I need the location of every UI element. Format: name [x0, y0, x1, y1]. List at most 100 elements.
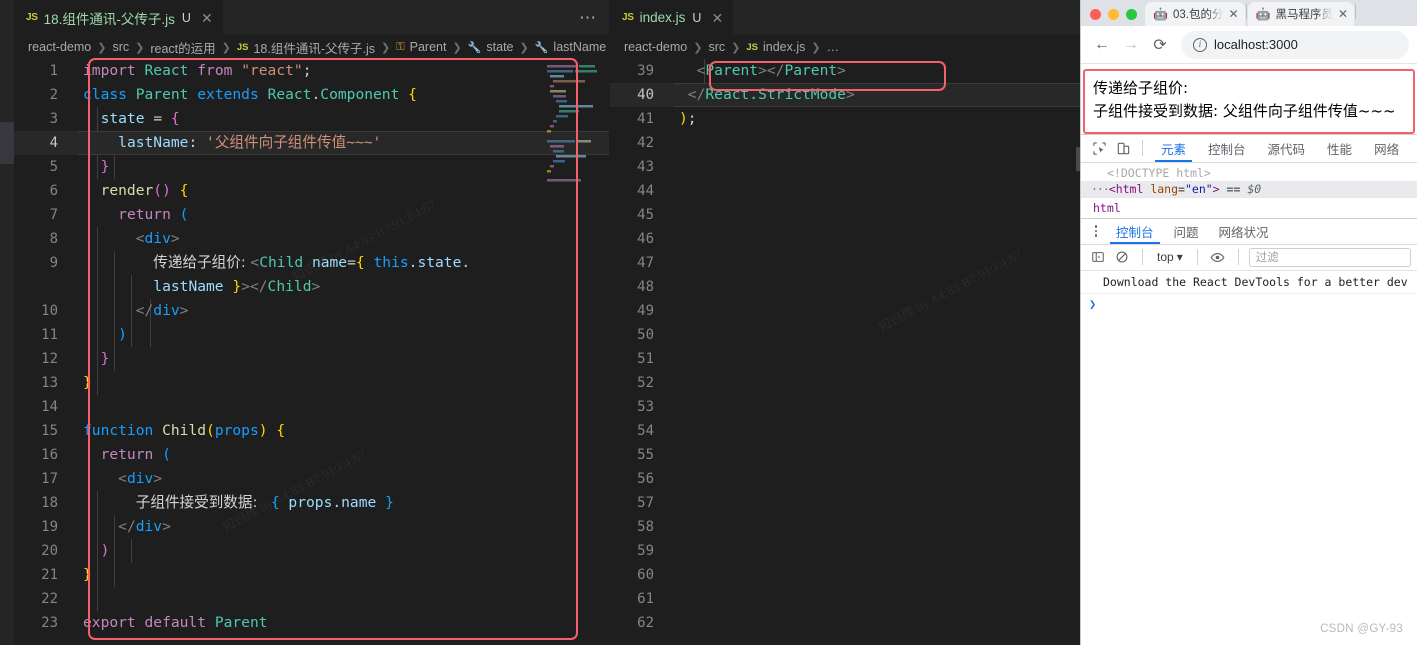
dom-tree[interactable]: <!DOCTYPE html> ···<html lang="en"> == $…: [1081, 162, 1417, 218]
line-number: 44: [637, 183, 654, 199]
activity-bar[interactable]: [0, 0, 14, 645]
code-editor-left[interactable]: 1 import React from "react"; 2 class Par…: [14, 59, 609, 645]
devtools-tab-sources[interactable]: 源代码: [1258, 134, 1316, 162]
close-icon[interactable]: ✕: [1338, 7, 1348, 21]
breadcrumb-item-5[interactable]: state: [486, 40, 513, 54]
breadcrumb-item-6[interactable]: lastName: [553, 40, 606, 54]
code-line: 9 传递给子组价: <Child name={ this.state.: [14, 251, 609, 275]
close-icon[interactable]: ✕: [201, 11, 213, 25]
tab-label: index.js: [639, 10, 686, 25]
inspect-element-icon[interactable]: [1088, 137, 1110, 159]
devtools-tab-performance[interactable]: 性能: [1317, 134, 1362, 162]
code-line: 56: [610, 467, 1080, 491]
code-line: 60: [610, 563, 1080, 587]
dom-breadcrumb[interactable]: html: [1081, 196, 1417, 218]
code-line: 6 render() {: [14, 179, 609, 203]
browser-tab-0[interactable]: 🤖 03.包的分 ✕: [1145, 2, 1245, 26]
minimize-window-icon[interactable]: [1108, 9, 1119, 20]
code-line: 12 }: [14, 347, 609, 371]
breadcrumb-item-2[interactable]: react的运用: [150, 38, 215, 57]
line-number: 46: [637, 231, 654, 247]
breadcrumb-item-2[interactable]: index.js: [763, 40, 805, 54]
live-expression-icon[interactable]: [1208, 247, 1228, 267]
chevron-right-icon: ❯: [731, 41, 741, 54]
code-line: 55: [610, 443, 1080, 467]
page-text-line-1: 子组件接受到数据: 父组件向子组件传值~~~: [1093, 102, 1396, 121]
window-traffic-lights[interactable]: [1087, 9, 1145, 26]
console-message: Download the React DevTools for a better…: [1081, 271, 1417, 294]
line-number: 2: [49, 87, 58, 103]
code-line: 49: [610, 299, 1080, 323]
breadcrumb-item-3[interactable]: 18.组件通讯-父传子.js: [253, 38, 375, 57]
chevron-right-icon: ❯: [381, 41, 391, 54]
address-bar[interactable]: i localhost:3000: [1181, 30, 1409, 59]
minimap[interactable]: [545, 63, 601, 183]
line-content: return (: [118, 206, 189, 223]
code-editor-right[interactable]: 39 <Parent></Parent> 40 </React.StrictMo…: [610, 59, 1080, 645]
line-number: 48: [637, 279, 654, 295]
breadcrumb-item-3[interactable]: …: [827, 40, 840, 54]
breadcrumb-item-1[interactable]: src: [708, 40, 725, 54]
drawer-tab-network-conditions[interactable]: 网络状况: [1210, 218, 1278, 244]
code-line: 51: [610, 347, 1080, 371]
console-input-prompt[interactable]: ❯: [1081, 294, 1417, 314]
devtools-tab-elements[interactable]: 元素: [1151, 134, 1196, 162]
breadcrumb-item-0[interactable]: react-demo: [624, 40, 687, 54]
code-lines-left: 1 import React from "react"; 2 class Par…: [14, 59, 609, 635]
tab-18-parent-to-child[interactable]: JS 18.组件通讯-父传子.js U ✕: [14, 0, 223, 35]
line-number: 55: [637, 447, 654, 463]
close-icon[interactable]: ✕: [711, 11, 723, 25]
editor-actions-more-icon[interactable]: ⋯: [579, 0, 597, 35]
console-sidebar-icon[interactable]: [1088, 247, 1108, 267]
console-filter-input[interactable]: 过滤: [1248, 247, 1411, 267]
browser-window: 🤖 03.包的分 ✕ 🤖 黑马程序员 ✕ ← → ⟳ i localhost:3…: [1080, 0, 1417, 645]
code-line: 19 </div>: [14, 515, 609, 539]
close-window-icon[interactable]: [1090, 9, 1101, 20]
maximize-window-icon[interactable]: [1126, 9, 1137, 20]
devtools-tab-network[interactable]: 网络: [1364, 134, 1409, 162]
line-number: 50: [637, 327, 654, 343]
console-output[interactable]: Download the React DevTools for a better…: [1081, 270, 1417, 645]
line-number: 3: [49, 111, 58, 127]
line-number: 17: [41, 471, 58, 487]
property-symbol-icon: 🔧: [467, 41, 482, 54]
line-number: 14: [41, 399, 58, 415]
breadcrumb-item-1[interactable]: src: [112, 40, 129, 54]
line-number: 56: [637, 471, 654, 487]
line-content: import React from "react";: [83, 62, 312, 79]
line-content: }: [100, 350, 110, 367]
line-number: 62: [637, 615, 654, 631]
drawer-more-icon[interactable]: [1087, 225, 1105, 237]
dom-node-close-bracket: >: [1212, 181, 1220, 196]
device-toolbar-icon[interactable]: [1112, 137, 1134, 159]
code-line: 42: [610, 131, 1080, 155]
clear-console-icon[interactable]: [1112, 247, 1132, 267]
back-icon[interactable]: ←: [1089, 32, 1115, 58]
drawer-tab-console[interactable]: 控制台: [1107, 218, 1163, 244]
forward-icon[interactable]: →: [1118, 32, 1144, 58]
line-content: <Parent></Parent>: [696, 62, 846, 79]
reload-icon[interactable]: ⟳: [1147, 32, 1173, 58]
dom-node-html[interactable]: ···<html lang="en"> == $0: [1081, 180, 1417, 197]
breadcrumb-item-0[interactable]: react-demo: [28, 40, 91, 54]
console-context-selector[interactable]: top ▾: [1153, 250, 1187, 264]
line-number: 12: [41, 351, 58, 367]
js-file-icon: JS: [622, 12, 634, 23]
code-line: 14: [14, 395, 609, 419]
breadcrumb-item-4[interactable]: Parent: [410, 40, 447, 54]
tab-index-js[interactable]: JS index.js U ✕: [610, 0, 734, 35]
drawer-tab-issues[interactable]: 问题: [1165, 218, 1208, 244]
close-icon[interactable]: ✕: [1228, 7, 1238, 21]
site-info-icon[interactable]: i: [1193, 37, 1207, 52]
devtools-tab-console[interactable]: 控制台: [1198, 134, 1256, 162]
line-number: 11: [41, 327, 58, 343]
expand-dots-icon[interactable]: ···: [1091, 182, 1110, 196]
line-number: 58: [637, 519, 654, 535]
line-content: }: [83, 374, 92, 391]
chevron-right-icon: ❯: [519, 41, 529, 54]
chevron-right-icon: ❯: [135, 41, 145, 54]
code-line: 44: [610, 179, 1080, 203]
line-number: 1: [49, 63, 58, 79]
browser-tab-1[interactable]: 🤖 黑马程序员 ✕: [1247, 2, 1355, 26]
browser-tab-title: 黑马程序员: [1275, 9, 1333, 21]
